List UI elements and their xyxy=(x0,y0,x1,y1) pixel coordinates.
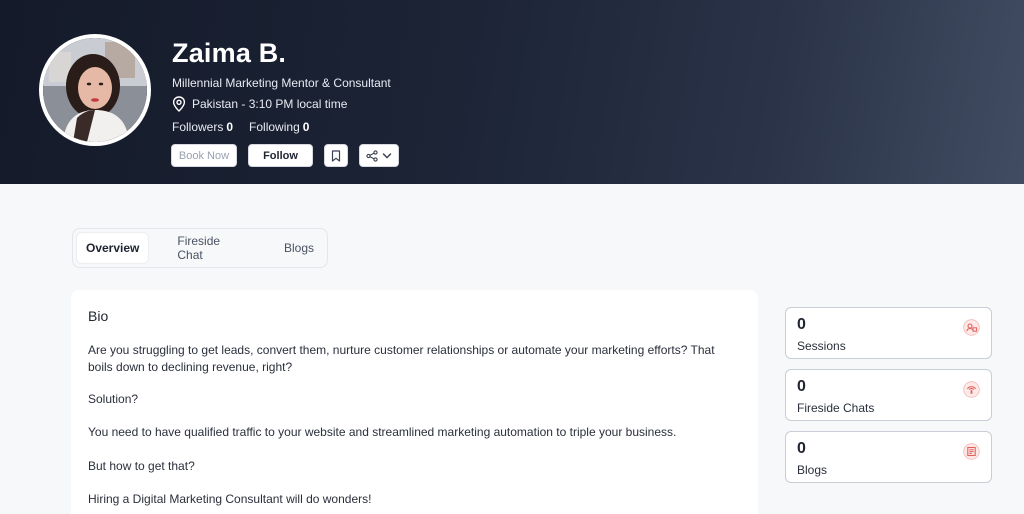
bio-title: Bio xyxy=(88,308,109,324)
bookmark-icon xyxy=(331,149,341,162)
bio-paragraph: But how to get that? xyxy=(88,459,195,473)
avatar xyxy=(39,34,151,146)
bio-paragraph: Solution? xyxy=(88,392,139,406)
stat-card-fireside-chats: 0 Fireside Chats xyxy=(785,369,992,421)
profile-name: Zaima B. xyxy=(172,38,287,68)
following-count: 0 xyxy=(302,120,310,134)
chevron-down-icon xyxy=(382,152,392,159)
location-row: Pakistan - 3:10 PM local time xyxy=(172,96,347,112)
follow-stats: Followers 0 Following 0 xyxy=(172,120,309,134)
stat-label: Sessions xyxy=(797,339,846,353)
followers-count: 0 xyxy=(226,120,234,134)
bio-card: Bio Are you struggling to get leads, con… xyxy=(71,290,758,514)
tab-blogs[interactable]: Blogs xyxy=(275,233,323,263)
bookmark-button[interactable] xyxy=(324,144,348,167)
followers-label: Followers xyxy=(172,120,224,134)
blogs-icon xyxy=(963,443,980,460)
stat-value: 0 xyxy=(797,440,806,457)
location-text: Pakistan - 3:10 PM local time xyxy=(192,97,348,111)
fireside-icon xyxy=(963,381,980,398)
location-pin-icon xyxy=(172,96,186,112)
share-icon xyxy=(366,149,378,162)
share-button[interactable] xyxy=(359,144,399,167)
stat-value: 0 xyxy=(797,316,806,333)
followers-stat[interactable]: Followers 0 xyxy=(172,120,233,134)
stat-label: Fireside Chats xyxy=(797,401,875,415)
stat-value: 0 xyxy=(797,378,806,395)
tab-overview[interactable]: Overview xyxy=(77,233,149,263)
following-label: Following xyxy=(249,120,300,134)
stat-card-blogs: 0 Blogs xyxy=(785,431,992,483)
tab-fireside-chat[interactable]: Fireside Chat xyxy=(168,233,255,263)
sessions-icon xyxy=(963,319,980,336)
profile-headline: Millennial Marketing Mentor & Consultant xyxy=(172,76,391,90)
follow-button[interactable]: Follow xyxy=(248,144,313,167)
bio-paragraph: You need to have qualified traffic to yo… xyxy=(88,425,677,439)
profile-actions: Book Now Follow xyxy=(171,144,399,167)
bio-paragraph: Hiring a Digital Marketing Consultant wi… xyxy=(88,492,372,506)
book-now-button[interactable]: Book Now xyxy=(171,144,237,167)
stat-label: Blogs xyxy=(797,463,828,477)
bio-paragraph: Are you struggling to get leads, convert… xyxy=(88,343,715,374)
following-stat[interactable]: Following 0 xyxy=(249,120,309,134)
stat-card-sessions: 0 Sessions xyxy=(785,307,992,359)
profile-tabs: Overview Fireside Chat Blogs xyxy=(72,228,328,268)
profile-header: Zaima B. Millennial Marketing Mentor & C… xyxy=(0,0,1024,184)
